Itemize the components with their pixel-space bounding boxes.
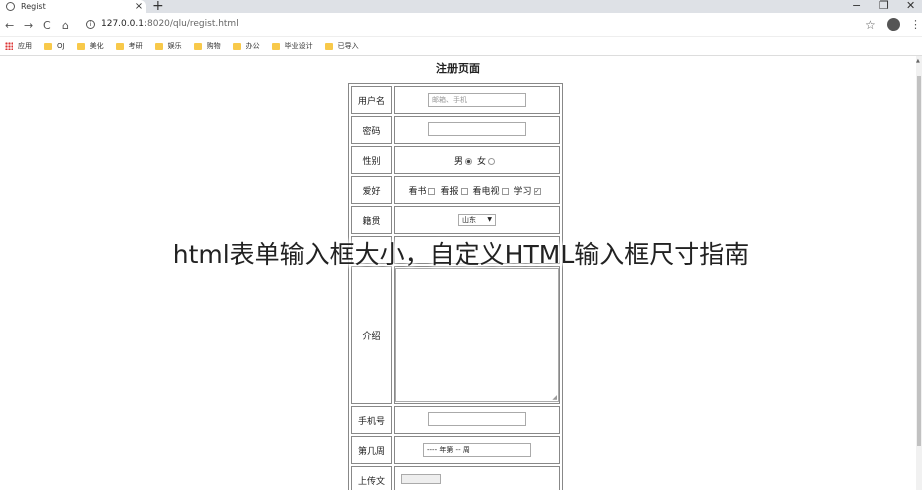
bookmark-label: OJ [57,42,65,50]
browser-toolbar: ← → C ⌂ i 127.0.0.1:8020/qlu/regist.html… [0,13,922,37]
gender-female-label: 女 [477,156,487,167]
reload-button[interactable]: C [43,19,51,32]
bookmark-star-icon[interactable]: ☆ [865,18,876,32]
register-form: 用户名 邮箱、手机 密码 性别 男 女 爱好 看书 看报 看电视 学习 ✓ 籍贯 山东 ▼ [348,83,563,490]
tab-title: Regist [21,2,46,11]
hobby-option-label: 看电视 [472,186,500,197]
bookmark-shopping[interactable]: 购物 [193,41,221,51]
username-label: 用户名 [351,86,392,114]
new-tab-button[interactable]: + [152,0,164,14]
upload-file-button[interactable] [401,473,441,484]
page-content: 注册页面 用户名 邮箱、手机 密码 性别 男 女 爱好 看书 看报 看电视 学习 ✓ 籍贯… [0,56,916,490]
home-button[interactable]: ⌂ [62,19,69,32]
info-icon[interactable]: i [86,19,95,29]
folder-icon [115,42,124,50]
bookmark-label: 毕业设计 [284,42,313,50]
tab-close-button[interactable]: × [132,1,146,12]
week-input[interactable]: ---- 年第 -- 周 [423,443,531,457]
upload-label: 上传文 [351,466,392,490]
native-place-value: 山东 [462,216,476,224]
restore-button[interactable]: ❐ [879,0,889,12]
week-label: 第几周 [351,436,392,464]
gender-male-label: 男 [453,156,463,167]
browser-tab[interactable]: Regist × [0,0,146,13]
username-input[interactable]: 邮箱、手机 [428,93,526,107]
folder-icon [232,42,241,50]
phone-label: 手机号 [351,406,392,434]
hobby-checkbox[interactable] [428,187,436,195]
hobby-label: 爱好 [351,176,392,204]
bookmark-oj[interactable]: OJ [44,42,65,50]
gender-label: 性别 [351,146,392,174]
minimize-button[interactable]: − [852,0,861,12]
folder-icon [76,42,85,50]
page-scrollbar[interactable]: ▲ [916,56,922,490]
bookmark-label: 已导入 [337,42,359,50]
bookmark-office[interactable]: 办公 [232,41,260,51]
page-title: 注册页面 [436,62,480,75]
native-place-select[interactable]: 山东 ▼ [458,214,496,226]
phone-input[interactable] [428,411,526,426]
password-label: 密码 [351,116,392,144]
url-path: :8020/qlu/regist.html [143,19,239,29]
tab-strip: Regist × + − ❐ ✕ [0,0,922,14]
menu-kebab-icon[interactable]: ⋮ [910,18,921,31]
bookmark-beautify[interactable]: 美化 [76,41,104,51]
overlay-caption: html表单输入框大小，自定义HTML输入框尺寸指南 [172,240,750,269]
bookmark-graduation[interactable]: 毕业设计 [271,41,313,51]
resize-grip-icon[interactable]: ◢ [552,394,557,401]
bookmark-imported[interactable]: 已导入 [324,41,359,51]
bookmark-label: 娱乐 [167,42,182,50]
bookmark-label: 购物 [206,42,221,50]
password-input[interactable] [428,121,526,136]
apps-grid-icon [5,42,13,50]
forward-button[interactable]: → [24,19,33,32]
native-place-label: 籍贯 [351,206,392,234]
folder-icon [44,42,52,50]
bookmarks-bar: 应用 OJ 美化 考研 娱乐 购物 办公 毕业设计 已导入 [0,37,922,56]
folder-icon [193,42,202,50]
bookmark-label: 办公 [245,42,260,50]
bookmark-label: 美化 [89,42,104,50]
bookmark-label: 应用 [18,42,32,50]
bookmark-label: 考研 [128,42,143,50]
folder-icon [154,42,163,50]
hobby-option-label: 看书 [408,186,427,197]
intro-label: 介绍 [351,266,392,404]
bookmark-kaoyan[interactable]: 考研 [115,41,143,51]
back-button[interactable]: ← [5,19,14,32]
hobby-option-label: 学习 [513,186,532,197]
folder-icon [271,42,280,50]
bookmark-apps[interactable]: 应用 [5,41,32,51]
hobby-option-label: 看报 [440,186,459,197]
url-host: 127.0.0.1 [101,19,144,29]
chevron-down-icon: ▼ [487,216,492,223]
hobby-checkbox[interactable] [501,187,509,195]
folder-icon [324,42,333,50]
gender-female-radio[interactable] [488,157,496,165]
hobby-checkbox[interactable] [460,187,468,195]
globe-icon [6,2,15,11]
address-bar[interactable]: i 127.0.0.1:8020/qlu/regist.html [86,19,239,29]
hobby-checkbox-checked[interactable]: ✓ [533,187,541,195]
bookmark-entertainment[interactable]: 娱乐 [154,41,182,51]
scroll-up-icon[interactable]: ▲ [916,58,920,64]
intro-textarea[interactable]: ◢ [395,268,559,402]
gender-male-radio[interactable] [465,157,472,165]
profile-avatar-icon[interactable] [887,18,900,31]
window-close-button[interactable]: ✕ [906,0,915,12]
